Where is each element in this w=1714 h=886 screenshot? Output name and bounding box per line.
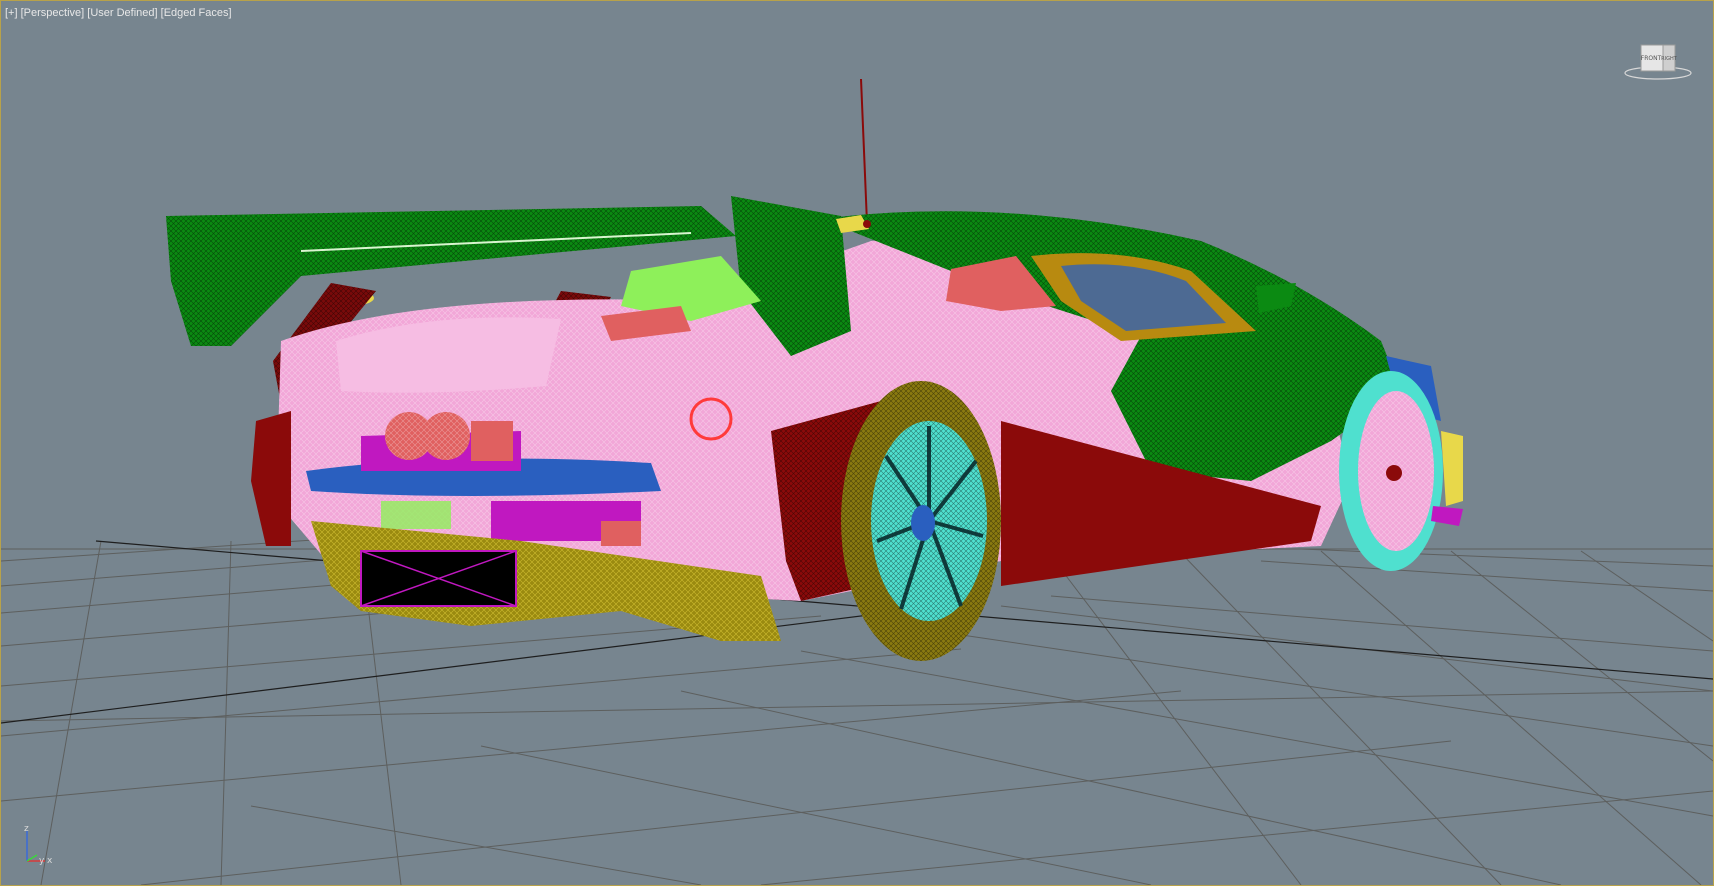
viewcube-icon[interactable]: FRONT RIGHT <box>1623 39 1693 83</box>
axis-x-label: x <box>47 856 53 865</box>
rear-wheel[interactable] <box>841 381 1001 661</box>
antenna-base <box>863 220 871 228</box>
axis-tripod-icon: z x y <box>24 825 53 865</box>
scene-canvas[interactable] <box>1 1 1713 885</box>
axis-z-label: z <box>24 825 29 834</box>
front-wheel[interactable] <box>1339 371 1463 571</box>
license-plate[interactable] <box>360 550 517 607</box>
viewcube-right-face[interactable]: RIGHT <box>1661 56 1678 62</box>
antenna[interactable] <box>860 78 868 224</box>
axis-y-label: y <box>39 856 45 865</box>
3d-viewport[interactable]: [+] [Perspective] [User Defined] [Edged … <box>0 0 1714 886</box>
viewcube-front-face[interactable]: FRONT <box>1641 55 1662 62</box>
